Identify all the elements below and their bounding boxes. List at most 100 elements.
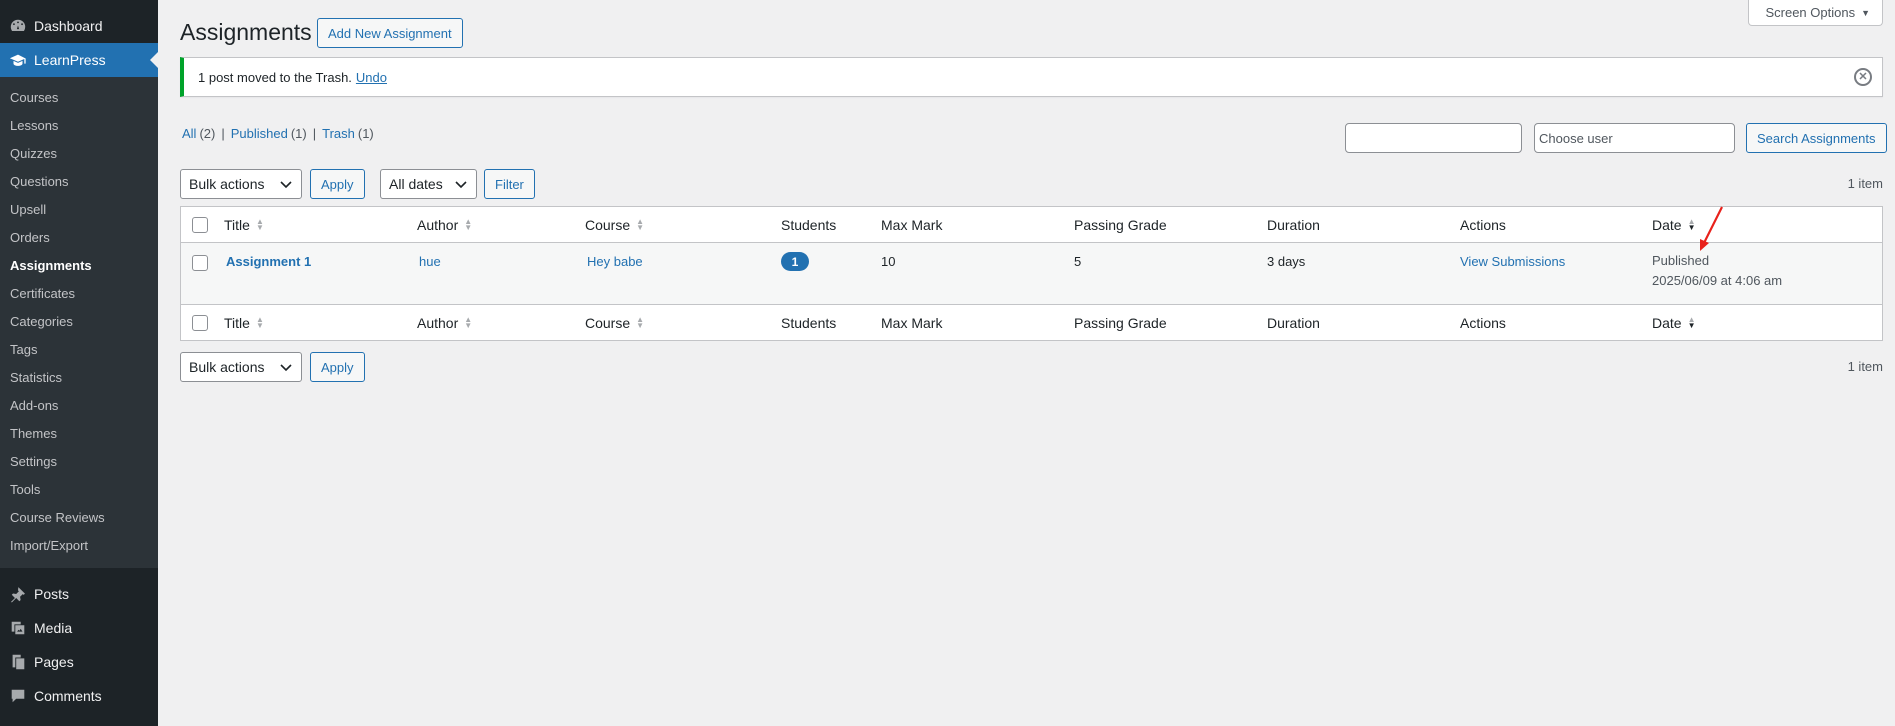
column-date-sort[interactable]: Date ▲ ▼ <box>1652 217 1696 233</box>
post-date: 2025/06/09 at 4:06 am <box>1652 273 1783 288</box>
column-title-sort[interactable]: Title ▲ ▼ <box>224 217 264 233</box>
view-all-count: (2) <box>199 126 216 141</box>
trash-notice: 1 post moved to the Trash. Undo ✕ <box>180 57 1883 97</box>
column-author-sort[interactable]: Author ▲ ▼ <box>417 217 472 233</box>
page-title: Assignments <box>180 19 312 45</box>
column-date-label: Date <box>1652 314 1682 331</box>
filter-button[interactable]: Filter <box>484 169 535 199</box>
view-submissions-link[interactable]: View Submissions <box>1460 254 1565 269</box>
submenu-orders[interactable]: Orders <box>0 224 158 252</box>
bulk-actions-select-top[interactable]: Bulk actions <box>180 169 302 199</box>
submenu-statistics[interactable]: Statistics <box>0 364 158 392</box>
column-date-sort-bottom[interactable]: Date ▲ ▼ <box>1652 315 1696 331</box>
item-count-bottom: 1 item <box>1847 359 1883 374</box>
submenu-courses[interactable]: Courses <box>0 84 158 112</box>
undo-link[interactable]: Undo <box>356 70 387 85</box>
menu-pages[interactable]: Pages <box>0 645 158 679</box>
media-icon <box>8 618 28 638</box>
view-trash-link[interactable]: Trash (1) <box>322 126 374 141</box>
pin-icon <box>8 584 28 604</box>
view-trash-label: Trash <box>322 126 355 141</box>
all-dates-select[interactable]: All dates <box>380 169 477 199</box>
table-row: Assignment 1 hue Hey babe 1 10 5 3 days … <box>181 243 1882 304</box>
column-course-sort[interactable]: Course ▲ ▼ <box>585 217 644 233</box>
submenu-themes[interactable]: Themes <box>0 420 158 448</box>
dismiss-icon[interactable]: ✕ <box>1854 68 1872 86</box>
select-all-checkbox[interactable] <box>192 216 208 233</box>
chevron-down-icon <box>280 364 292 372</box>
dashboard-icon <box>8 16 28 36</box>
search-assignments-button[interactable]: Search Assignments <box>1746 123 1887 153</box>
graduation-cap-icon <box>8 50 28 70</box>
view-published-link[interactable]: Published (1) <box>231 126 307 141</box>
submenu-certificates[interactable]: Certificates <box>0 280 158 308</box>
apply-button-bottom[interactable]: Apply <box>310 352 365 382</box>
menu-dashboard-label: Dashboard <box>34 18 103 34</box>
search-input[interactable] <box>1345 123 1522 153</box>
menu-learnpress[interactable]: LearnPress <box>0 43 158 77</box>
table-header-row: Title ▲ ▼ Author ▲ ▼ Course ▲ ▼ Students Max M… <box>181 207 1882 243</box>
submenu-add-ons[interactable]: Add-ons <box>0 392 158 420</box>
sort-icon: ▲ ▼ <box>636 314 645 330</box>
submenu-tools[interactable]: Tools <box>0 476 158 504</box>
submenu-lessons[interactable]: Lessons <box>0 112 158 140</box>
column-duration: Duration <box>1267 216 1320 233</box>
separator: | <box>312 126 317 141</box>
caret-down-icon: ▼ <box>1861 7 1870 18</box>
submenu-course-reviews[interactable]: Course Reviews <box>0 504 158 532</box>
screen-options-button[interactable]: Screen Options ▼ <box>1748 0 1883 26</box>
menu-dashboard[interactable]: Dashboard <box>0 9 158 43</box>
column-title-label: Title <box>224 314 250 331</box>
view-all-label: All <box>182 126 197 141</box>
sort-icon: ▲ ▼ <box>636 216 645 232</box>
submenu-tags[interactable]: Tags <box>0 336 158 364</box>
choose-user-select[interactable]: Choose user <box>1534 123 1735 153</box>
menu-posts[interactable]: Posts <box>0 577 158 611</box>
sort-icon: ▲ ▼ <box>464 216 473 232</box>
menu-media-label: Media <box>34 620 73 636</box>
students-badge[interactable]: 1 <box>781 252 809 271</box>
item-count-top: 1 item <box>1847 176 1883 191</box>
table-footer-row: Title ▲ ▼ Author ▲ ▼ Course ▲ ▼ Students Max M… <box>181 304 1882 340</box>
apply-button-top[interactable]: Apply <box>310 169 365 199</box>
submenu-quizzes[interactable]: Quizzes <box>0 140 158 168</box>
column-date-label: Date <box>1652 216 1682 233</box>
column-author-label: Author <box>417 314 459 331</box>
submenu-settings[interactable]: Settings <box>0 448 158 476</box>
submenu-assignments[interactable]: Assignments <box>0 252 158 280</box>
duration-value: 3 days <box>1267 254 1306 269</box>
submenu-import-export[interactable]: Import/Export <box>0 532 158 560</box>
add-new-assignment-button[interactable]: Add New Assignment <box>317 18 463 48</box>
course-link[interactable]: Hey babe <box>587 254 643 269</box>
row-checkbox[interactable] <box>192 255 208 271</box>
bulk-actions-select-bottom[interactable]: Bulk actions <box>180 352 302 382</box>
column-author-sort-bottom[interactable]: Author ▲ ▼ <box>417 315 472 331</box>
menu-comments[interactable]: Comments <box>0 679 158 713</box>
sort-desc-icon: ▲ ▼ <box>1687 314 1696 330</box>
menu-posts-label: Posts <box>34 586 70 602</box>
column-duration: Duration <box>1267 314 1320 331</box>
column-students: Students <box>781 314 837 331</box>
bulk-actions-label: Bulk actions <box>189 359 265 375</box>
submenu-questions[interactable]: Questions <box>0 168 158 196</box>
chevron-down-icon <box>280 181 292 189</box>
screen-options-label: Screen Options <box>1765 5 1856 20</box>
column-title-sort-bottom[interactable]: Title ▲ ▼ <box>224 315 264 331</box>
column-students: Students <box>781 216 837 233</box>
menu-media[interactable]: Media <box>0 611 158 645</box>
pages-icon <box>8 652 28 672</box>
view-all-link[interactable]: All (2) <box>182 126 215 141</box>
chevron-down-icon <box>455 181 467 189</box>
sort-desc-icon: ▲ ▼ <box>1687 216 1696 232</box>
select-all-checkbox-bottom[interactable] <box>192 314 208 331</box>
sort-icon: ▲ ▼ <box>255 216 264 232</box>
view-published-label: Published <box>230 126 288 141</box>
column-course-sort-bottom[interactable]: Course ▲ ▼ <box>585 315 644 331</box>
column-max-mark: Max Mark <box>881 314 943 331</box>
assignment-title-link[interactable]: Assignment 1 <box>226 254 311 269</box>
column-author-label: Author <box>417 216 459 233</box>
submenu-categories[interactable]: Categories <box>0 308 158 336</box>
max-mark-value: 10 <box>881 254 896 269</box>
author-link[interactable]: hue <box>419 254 441 269</box>
submenu-upsell[interactable]: Upsell <box>0 196 158 224</box>
